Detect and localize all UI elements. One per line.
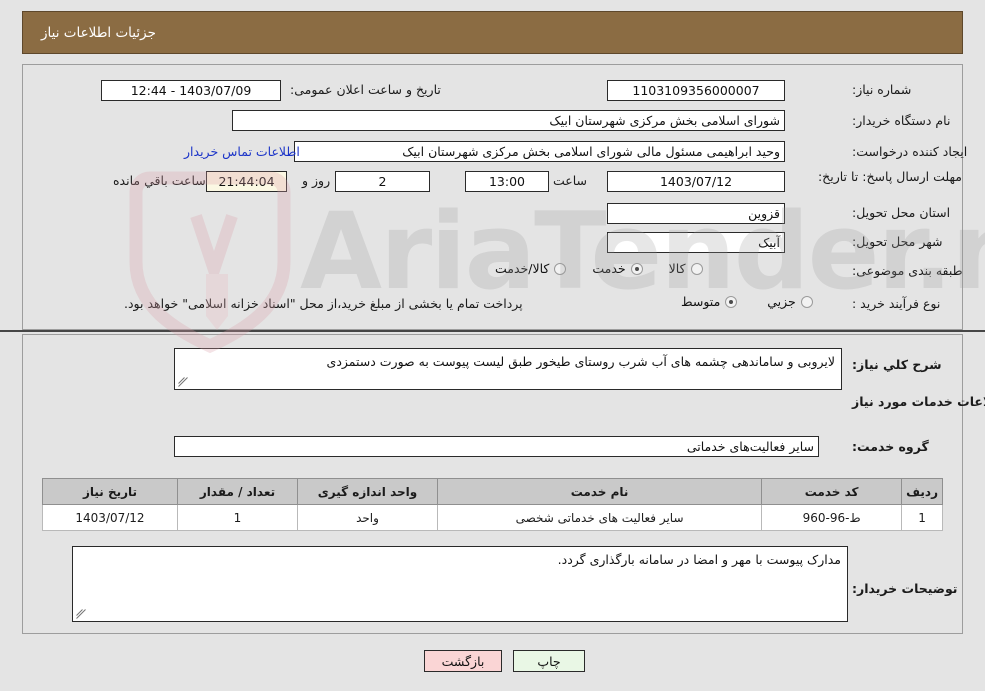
process-radio-group: جزیي متوسط (681, 294, 813, 309)
days-field[interactable]: 2 (335, 171, 430, 192)
service-group-label: گروه خدمت: (852, 439, 929, 454)
buyer-org-label: نام دستگاه خریدار: (852, 113, 951, 128)
days-unit-label: روز و (302, 173, 331, 188)
category-option-kala[interactable]: کالا (669, 261, 703, 276)
deadline-label: مهلت ارسال پاسخ: تا تاریخ: (817, 169, 962, 184)
print-button[interactable]: چاپ (513, 650, 585, 672)
process-label: نوع فرآیند خرید : (852, 296, 941, 311)
category-option-label: کالا (668, 261, 686, 276)
radio-icon[interactable] (630, 262, 643, 275)
cell-unit: واحد (297, 504, 438, 531)
process-note-row: پرداخت تمام یا بخشی از مبلغ خرید،از محل … (124, 296, 523, 313)
buyer-notes-label-row: توضیحات خریدار: (852, 581, 958, 598)
section-divider (0, 330, 985, 332)
countdown-suffix-label: ساعت باقي مانده (113, 173, 206, 188)
radio-icon[interactable] (690, 262, 703, 275)
requester-field[interactable]: وحید ابراهیمی مسئول مالی شورای اسلامی بخ… (294, 141, 785, 162)
public-announce-label-row: تاریخ و ساعت اعلان عمومی: (290, 82, 441, 99)
back-button[interactable]: بازگشت (424, 650, 502, 672)
process-note: پرداخت تمام یا بخشی از مبلغ خرید،از محل … (124, 296, 523, 311)
process-option-motevaset[interactable]: متوسط (681, 294, 738, 309)
general-desc-label: شرح کلي نیاز: (852, 357, 942, 372)
process-label-row: نوع فرآیند خرید : (852, 296, 940, 313)
radio-icon[interactable] (725, 295, 738, 308)
public-announce-label: تاریخ و ساعت اعلان عمومی: (290, 82, 441, 97)
resize-grip-icon[interactable] (178, 377, 188, 387)
service-group-label-row: گروه خدمت: (852, 439, 929, 456)
time-label-row: ساعت (553, 173, 587, 190)
process-option-label: متوسط (681, 294, 721, 309)
general-desc-text: لایروبی و ساماندهی چشمه های آب شرب روستا… (326, 354, 835, 369)
services-info-title: اطلاعات خدمات مورد نیاز (852, 394, 985, 409)
table-row[interactable]: 1 ط-96-960 سایر فعالیت های خدماتی شخصی و… (42, 504, 943, 531)
requester-label-row: ایجاد کننده درخواست: (852, 144, 967, 161)
category-option-khedmat[interactable]: خدمت (592, 261, 643, 276)
services-table: ردیف کد خدمت نام خدمت واحد اندازه گیری ت… (42, 478, 943, 531)
col-radif: ردیف (901, 478, 943, 505)
requester-label: ایجاد کننده درخواست: (852, 144, 968, 159)
cell-radif: 1 (901, 504, 943, 531)
countdown-suffix-row: ساعت باقي مانده (113, 173, 206, 190)
services-table-head: ردیف کد خدمت نام خدمت واحد اندازه گیری ت… (42, 478, 943, 505)
category-option-label: خدمت (592, 261, 626, 276)
cell-name: سایر فعالیت های خدماتی شخصی (436, 504, 763, 531)
city-label-row: شهر محل تحویل: (852, 234, 942, 251)
page-header-bar: جزئیات اطلاعات نیاز (22, 11, 963, 54)
buyer-notes-text: مدارک پیوست با مهر و امضا در سامانه بارگ… (557, 552, 841, 567)
page-title: جزئیات اطلاعات نیاز (41, 24, 156, 41)
buyer-contact-link[interactable]: اطلاعات تماس خریدار (184, 144, 300, 159)
radio-icon[interactable] (800, 295, 813, 308)
category-label: طبقه بندی موضوعی: (852, 263, 963, 278)
city-label: شهر محل تحویل: (852, 234, 943, 249)
service-group-field[interactable]: سایر فعالیت‌های خدماتی (174, 436, 819, 457)
col-need-date: تاریخ نیاز (42, 478, 178, 505)
city-field[interactable]: آبیک (607, 232, 785, 253)
buyer-org-field[interactable]: شورای اسلامی بخش مرکزی شهرستان ابیک (232, 110, 785, 131)
general-desc-label-row: شرح کلي نیاز: (852, 357, 941, 374)
resize-grip-icon[interactable] (76, 609, 86, 619)
process-option-label: جزیي (767, 294, 796, 309)
time-label: ساعت (553, 173, 588, 188)
col-name: نام خدمت (436, 478, 763, 505)
need-summary-panel (22, 64, 963, 330)
category-radio-group: کالا خدمت کالا/خدمت (495, 261, 703, 276)
deadline-date-field[interactable]: 1403/07/12 (607, 171, 785, 192)
buyer-org-label-row: نام دستگاه خریدار: (852, 113, 950, 130)
services-info-title-row: اطلاعات خدمات مورد نیاز (852, 394, 985, 411)
time-field[interactable]: 13:00 (465, 171, 549, 192)
category-option-label: کالا/خدمت (495, 261, 550, 276)
col-qty: تعداد / مقدار (177, 478, 298, 505)
public-announce-field[interactable]: 1403/07/09 - 12:44 (101, 80, 281, 101)
province-label: استان محل تحویل: (852, 205, 951, 220)
deadline-label-row: مهلت ارسال پاسخ: تا تاریخ: (818, 166, 962, 186)
buyer-notes-textarea[interactable]: مدارک پیوست با مهر و امضا در سامانه بارگ… (72, 546, 848, 622)
province-label-row: استان محل تحویل: (852, 205, 950, 222)
province-field[interactable]: قزوین (607, 203, 785, 224)
days-unit-row: روز و (302, 173, 330, 190)
need-number-field[interactable]: 1103109356000007 (607, 80, 785, 101)
cell-qty: 1 (177, 504, 298, 531)
category-label-row: طبقه بندی موضوعی: (852, 263, 963, 280)
radio-icon[interactable] (554, 262, 567, 275)
need-number-label-row: شماره نیاز: (852, 82, 911, 99)
table-header-row: ردیف کد خدمت نام خدمت واحد اندازه گیری ت… (42, 478, 943, 505)
cell-code: ط-96-960 (761, 504, 903, 531)
page-root: جزئیات اطلاعات نیاز شماره نیاز: 11031093… (0, 0, 985, 691)
services-table-body: 1 ط-96-960 سایر فعالیت های خدماتی شخصی و… (42, 504, 943, 531)
buyer-notes-label: توضیحات خریدار: (852, 581, 958, 596)
cell-need-date: 1403/07/12 (42, 504, 178, 531)
category-option-kala-khedmat[interactable]: کالا/خدمت (495, 261, 567, 276)
col-unit: واحد اندازه گیری (297, 478, 438, 505)
need-number-label: شماره نیاز: (852, 82, 912, 97)
general-desc-textarea[interactable]: لایروبی و ساماندهی چشمه های آب شرب روستا… (174, 348, 842, 390)
countdown-field: 21:44:04 (206, 171, 287, 192)
process-option-jozi[interactable]: جزیي (767, 294, 813, 309)
col-code: کد خدمت (761, 478, 903, 505)
